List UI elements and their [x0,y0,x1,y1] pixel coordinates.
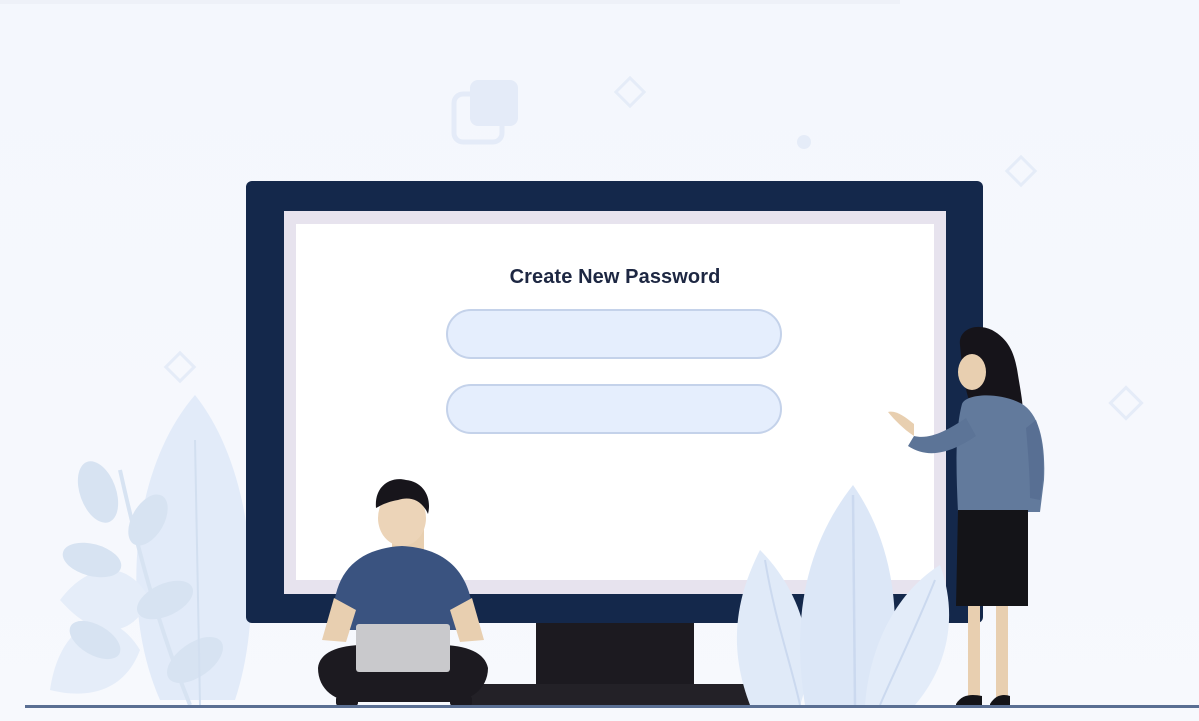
diamond-outline-icon [1004,154,1038,188]
confirm-password-field[interactable] [446,384,782,434]
diamond-outline-icon [163,350,197,384]
monitor-base [462,684,760,706]
form-title: Create New Password [509,266,721,288]
ground-line [25,705,1199,708]
new-password-field[interactable] [446,309,782,359]
monitor-stand [536,620,694,686]
top-band [0,0,900,4]
left-foliage [50,395,252,706]
diamond-outline-icon [1108,385,1144,421]
dot-icon [797,135,811,149]
password-form: Create New Password [296,224,934,580]
laptop [356,624,450,672]
stacked-squares-icon [451,80,518,145]
diamond-outline-icon [613,75,647,109]
password-illustration-page: Create New Password [0,0,1199,721]
